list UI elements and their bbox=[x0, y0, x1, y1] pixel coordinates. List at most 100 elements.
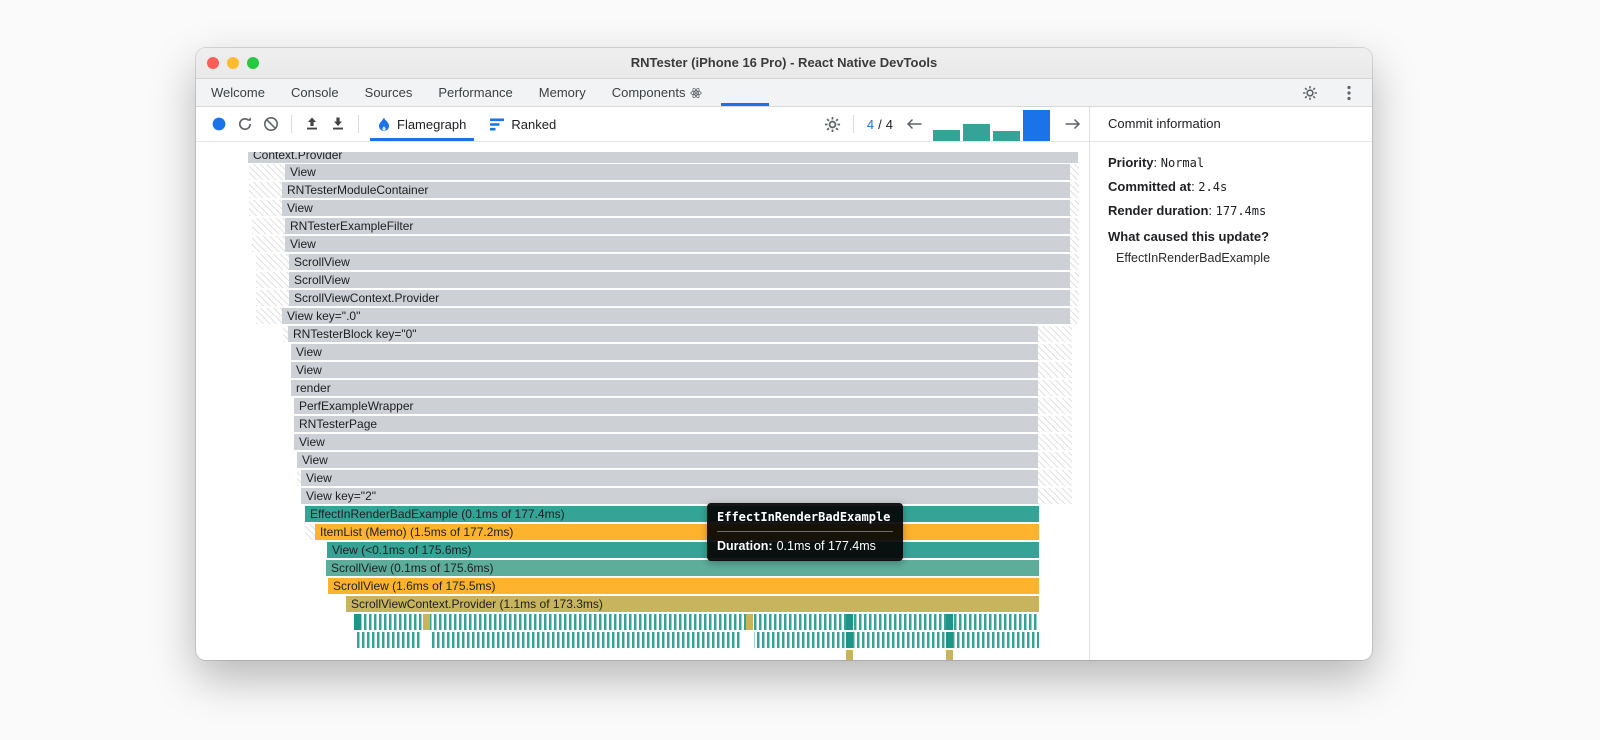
did-not-render-hatch bbox=[1070, 254, 1079, 270]
devtools-window: RNTester (iPhone 16 Pro) - React Native … bbox=[196, 48, 1372, 660]
did-not-render-hatch bbox=[1070, 272, 1079, 288]
flame-bar[interactable]: ScrollViewContext.Provider (1.1ms of 173… bbox=[346, 596, 1039, 612]
flame-bar[interactable]: RNTesterBlock key="0" bbox=[288, 326, 1038, 342]
did-not-render-hatch bbox=[1070, 308, 1079, 324]
tab-sources[interactable]: Sources bbox=[352, 79, 426, 106]
flame-bar[interactable]: View key="2" bbox=[301, 488, 1038, 504]
flame-bar[interactable]: View bbox=[285, 236, 1070, 252]
previous-commit-arrow-icon[interactable] bbox=[903, 113, 925, 135]
settings-gear-icon[interactable] bbox=[1297, 80, 1323, 106]
flame-bar[interactable]: View bbox=[282, 200, 1070, 216]
flame-micro-bar[interactable] bbox=[423, 614, 430, 630]
profiler-settings-gear-icon[interactable] bbox=[820, 111, 846, 137]
flame-bar[interactable]: View bbox=[285, 164, 1070, 180]
flame-bar[interactable]: Context.Provider bbox=[248, 152, 1078, 163]
flame-bar[interactable]: View key=".0" bbox=[282, 308, 1070, 324]
view-tab-ranked[interactable]: Ranked bbox=[478, 107, 568, 141]
flame-bar[interactable]: ScrollView (0.1ms of 175.6ms) bbox=[326, 560, 1039, 576]
field-value: Normal bbox=[1160, 156, 1205, 170]
flame-bar[interactable]: RNTesterPage bbox=[294, 416, 1038, 432]
view-tab-flamegraph[interactable]: Flamegraph bbox=[366, 107, 478, 141]
flame-micro-bars-row[interactable] bbox=[357, 632, 1039, 648]
flamegraph-icon bbox=[378, 117, 390, 132]
did-not-render-hatch bbox=[1070, 182, 1079, 198]
did-not-render-hatch bbox=[1070, 236, 1079, 252]
commit-bar-1[interactable] bbox=[933, 107, 960, 141]
did-not-render-hatch bbox=[249, 200, 282, 216]
flame-bar[interactable]: View bbox=[294, 434, 1038, 450]
commit-bar-3[interactable] bbox=[993, 107, 1020, 141]
flame-bar-label: ScrollView (1.6ms of 175.5ms) bbox=[333, 579, 496, 593]
flame-bar[interactable]: ItemList (Memo) (1.5ms of 177.2ms) bbox=[315, 524, 1039, 540]
reload-and-profile-icon[interactable] bbox=[232, 111, 258, 137]
main-split: Flamegraph Ranked 4/4 EffectInRenderBadEx… bbox=[196, 107, 1372, 660]
flame-bar-label: ScrollView (0.1ms of 175.6ms) bbox=[331, 561, 494, 575]
flame-leaf-bar[interactable] bbox=[846, 650, 853, 660]
tab-label: Welcome bbox=[211, 85, 265, 100]
did-not-render-hatch bbox=[1038, 398, 1072, 414]
flame-bar[interactable]: render bbox=[291, 380, 1038, 396]
did-not-render-hatch bbox=[256, 308, 282, 324]
did-not-render-hatch bbox=[256, 272, 289, 288]
flame-micro-bar[interactable] bbox=[846, 614, 853, 630]
flame-micro-bar[interactable] bbox=[846, 632, 853, 648]
close-window-button[interactable] bbox=[207, 57, 219, 69]
commit-info-header: Commit information bbox=[1090, 107, 1372, 142]
flame-bar[interactable]: ScrollView (1.6ms of 175.5ms) bbox=[328, 578, 1039, 594]
did-not-render-hatch bbox=[1038, 362, 1072, 378]
toolbar-separator bbox=[852, 115, 854, 133]
flame-bar[interactable]: RNTesterExampleFilter bbox=[285, 218, 1070, 234]
import-profile-icon[interactable] bbox=[299, 111, 325, 137]
tab-label: Console bbox=[290, 85, 339, 100]
flame-bar[interactable]: ScrollView bbox=[289, 254, 1070, 270]
tab-performance[interactable]: Performance bbox=[425, 79, 525, 106]
flame-bar[interactable]: View bbox=[291, 344, 1038, 360]
update-cause-item[interactable]: EffectInRenderBadExample bbox=[1108, 251, 1354, 265]
flame-bar[interactable]: PerfExampleWrapper bbox=[294, 398, 1038, 414]
commit-bar-2[interactable] bbox=[963, 107, 990, 141]
tooltip-duration: Duration: 0.1ms of 177.4ms bbox=[717, 539, 876, 553]
flame-leaf-bar[interactable] bbox=[946, 650, 953, 660]
flame-micro-bar[interactable] bbox=[946, 632, 953, 648]
commit-bar-4[interactable] bbox=[1023, 107, 1050, 141]
flame-bar-label: ItemList (Memo) (1.5ms of 177.2ms) bbox=[320, 525, 514, 539]
field-label: Render duration bbox=[1108, 203, 1209, 218]
tab-welcome[interactable]: Welcome bbox=[198, 79, 278, 106]
did-not-render-hatch bbox=[1038, 416, 1072, 432]
flame-bar[interactable]: ScrollView bbox=[289, 272, 1070, 288]
flame-micro-bars-row[interactable] bbox=[354, 614, 1039, 630]
flame-bar[interactable]: View bbox=[297, 452, 1038, 468]
flame-bar[interactable]: View bbox=[301, 470, 1038, 486]
flame-bar[interactable]: View bbox=[291, 362, 1038, 378]
flame-micro-bar[interactable] bbox=[946, 614, 953, 630]
flame-micro-bar[interactable] bbox=[354, 614, 361, 630]
zoom-window-button[interactable] bbox=[247, 57, 259, 69]
tab-memory[interactable]: Memory bbox=[526, 79, 599, 106]
tab-profiler[interactable] bbox=[715, 79, 775, 106]
tab-console[interactable]: Console bbox=[278, 79, 352, 106]
profiler-pane: Flamegraph Ranked 4/4 EffectInRenderBadEx… bbox=[196, 107, 1090, 660]
tab-components[interactable]: Components bbox=[599, 79, 716, 106]
window-title: RNTester (iPhone 16 Pro) - React Native … bbox=[630, 55, 938, 70]
next-commit-arrow-icon[interactable] bbox=[1061, 113, 1083, 135]
flame-bar[interactable]: RNTesterModuleContainer bbox=[282, 182, 1070, 198]
react-atom-icon bbox=[690, 87, 703, 99]
flame-micro-bar[interactable] bbox=[746, 614, 753, 630]
clear-profile-icon[interactable] bbox=[258, 111, 284, 137]
record-profile-button[interactable] bbox=[206, 111, 232, 137]
flame-bar[interactable]: View (<0.1ms of 175.6ms) bbox=[327, 542, 1039, 558]
tooltip-component-name: EffectInRenderBadExample bbox=[717, 510, 893, 532]
commit-current[interactable]: 4 bbox=[867, 117, 874, 132]
flame-bar[interactable]: ScrollViewContext.Provider bbox=[289, 290, 1070, 306]
export-profile-icon[interactable] bbox=[325, 111, 351, 137]
commit-info-panel: Commit information Priority: Normal Commi… bbox=[1090, 107, 1372, 660]
flame-bar[interactable]: EffectInRenderBadExample (0.1ms of 177.4… bbox=[305, 506, 1039, 522]
did-not-render-hatch bbox=[305, 524, 315, 540]
flame-bar-label: RNTesterPage bbox=[299, 417, 378, 431]
more-options-kebab-icon[interactable] bbox=[1336, 80, 1362, 106]
flame-bar-label: Context.Provider bbox=[253, 152, 343, 162]
commit-info-body: Priority: Normal Committed at: 2.4s Render… bbox=[1090, 142, 1372, 278]
micro-bars-gap bbox=[420, 632, 432, 648]
minimize-window-button[interactable] bbox=[227, 57, 239, 69]
did-not-render-hatch bbox=[249, 164, 285, 180]
